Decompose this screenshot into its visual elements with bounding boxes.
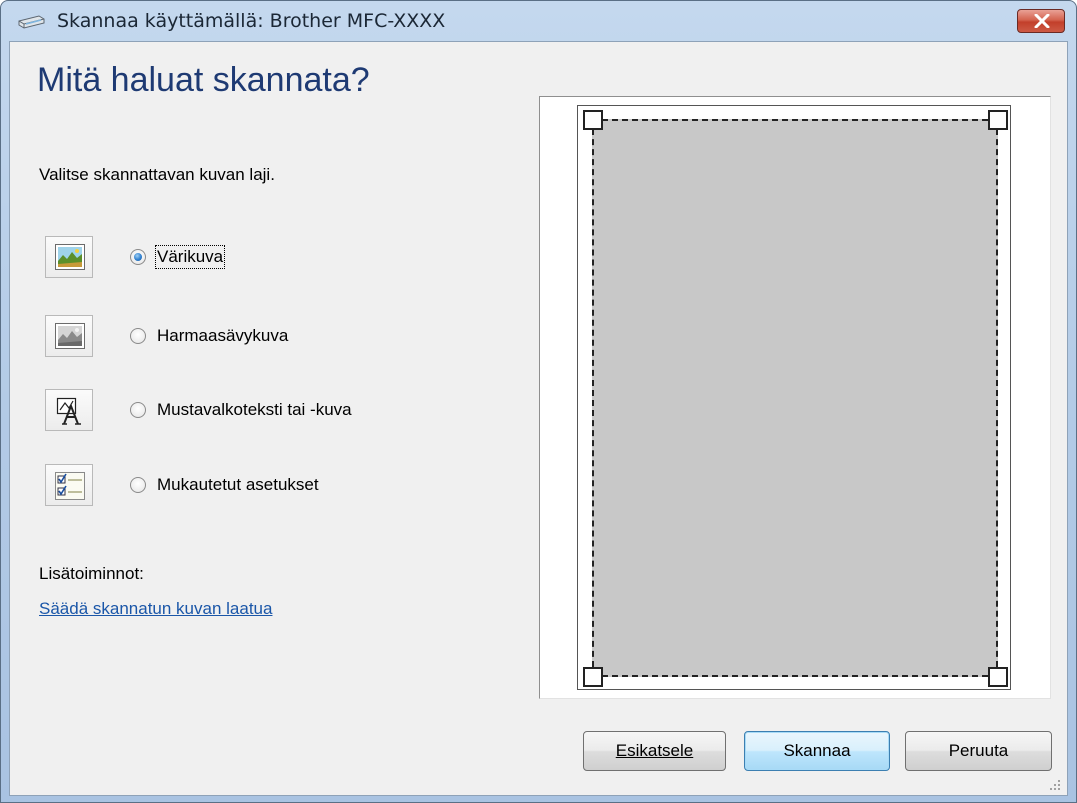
option-label[interactable]: Mukautetut asetukset <box>157 475 319 495</box>
radio-black-white[interactable] <box>130 402 146 418</box>
radio-color-picture[interactable] <box>130 249 146 265</box>
scanner-icon <box>18 15 45 29</box>
black-white-text-icon <box>56 397 81 425</box>
crop-handle-top-left[interactable] <box>583 110 603 130</box>
adjust-quality-link[interactable]: Säädä skannatun kuvan laatua <box>39 599 272 619</box>
close-button[interactable] <box>1017 9 1065 33</box>
option-black-white[interactable]: Mustavalkoteksti tai -kuva <box>39 389 439 433</box>
option-label[interactable]: Mustavalkoteksti tai -kuva <box>157 400 352 420</box>
radio-custom-settings[interactable] <box>130 477 146 493</box>
close-icon <box>1034 14 1050 28</box>
option-label[interactable]: Värikuva <box>154 245 226 269</box>
option-icon-button[interactable] <box>45 389 93 431</box>
custom-settings-icon <box>55 472 85 500</box>
crop-handle-bottom-left[interactable] <box>583 667 603 687</box>
scan-button[interactable]: Skannaa <box>744 731 890 771</box>
preview-button-label: Esikatsele <box>615 741 694 760</box>
instruction-text: Valitse skannattavan kuvan laji. <box>39 165 275 184</box>
grayscale-picture-icon <box>55 323 85 349</box>
crop-handle-bottom-right[interactable] <box>988 667 1008 687</box>
radio-grayscale-picture[interactable] <box>130 328 146 344</box>
cancel-button[interactable]: Peruuta <box>905 731 1052 771</box>
crop-handle-top-right[interactable] <box>988 110 1008 130</box>
option-icon-button[interactable] <box>45 315 93 357</box>
window-title: Skannaa käyttämällä: Brother MFC-XXXX <box>57 10 446 32</box>
page-title: Mitä haluat skannata? <box>37 61 370 99</box>
title-bar[interactable]: Skannaa käyttämällä: Brother MFC-XXXX <box>1 1 1076 41</box>
resize-grip-icon[interactable] <box>1047 777 1061 791</box>
option-label[interactable]: Harmaasävykuva <box>157 326 288 346</box>
option-icon-button[interactable] <box>45 236 93 278</box>
color-picture-icon <box>55 244 85 270</box>
option-color-picture[interactable]: Värikuva <box>39 236 439 280</box>
preview-button[interactable]: Esikatsele <box>583 731 726 771</box>
option-custom-settings[interactable]: Mukautetut asetukset <box>39 464 439 508</box>
scan-area-selection[interactable] <box>592 119 998 677</box>
additional-options-label: Lisätoiminnot: <box>39 564 144 583</box>
option-icon-button[interactable] <box>45 464 93 506</box>
option-grayscale-picture[interactable]: Harmaasävykuva <box>39 315 439 359</box>
